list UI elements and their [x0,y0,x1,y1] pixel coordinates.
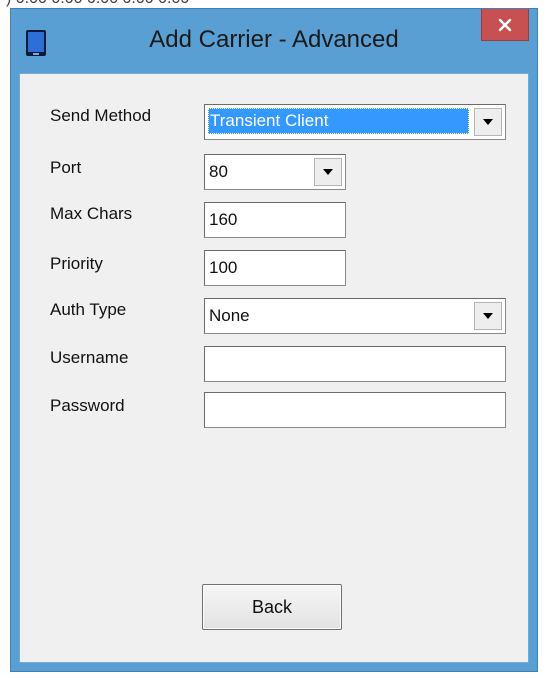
auth-type-label: Auth Type [50,300,127,319]
form-panel: Send Method Transient Client Port 80 Max… [19,73,529,663]
dialog-window: Add Carrier - Advanced Send Method Trans… [10,8,538,672]
send-method-select[interactable]: Transient Client [204,104,506,140]
title-bar[interactable]: Add Carrier - Advanced [11,9,537,73]
send-method-value: Transient Client [208,108,469,134]
back-button[interactable]: Back [202,584,342,630]
priority-label: Priority [50,254,103,273]
chevron-down-icon [323,169,333,175]
password-input[interactable] [204,392,506,428]
send-method-label: Send Method [50,106,152,125]
chevron-down-icon [483,119,493,125]
password-label: Password [50,396,125,415]
background-window-fragment: ) 0.00 0.00 0.00 0.00 0.00 [0,0,554,8]
close-icon [498,18,512,31]
port-label: Port [50,158,82,177]
send-method-dropdown-button[interactable] [474,108,502,136]
priority-value: 100 [209,258,238,277]
port-value: 80 [209,162,228,181]
window-title: Add Carrier - Advanced [149,26,399,53]
port-select[interactable]: 80 [204,154,346,190]
username-label: Username [50,348,129,367]
priority-input[interactable]: 100 [204,250,346,286]
port-dropdown-button[interactable] [314,158,342,186]
chevron-down-icon [483,313,493,319]
auth-type-value: None [209,306,250,325]
auth-type-select[interactable]: None [204,298,506,334]
auth-type-dropdown-button[interactable] [474,302,502,330]
max-chars-value: 160 [209,210,238,229]
close-button[interactable] [481,9,529,41]
max-chars-input[interactable]: 160 [204,202,346,238]
max-chars-label: Max Chars [50,204,133,223]
username-input[interactable] [204,346,506,382]
